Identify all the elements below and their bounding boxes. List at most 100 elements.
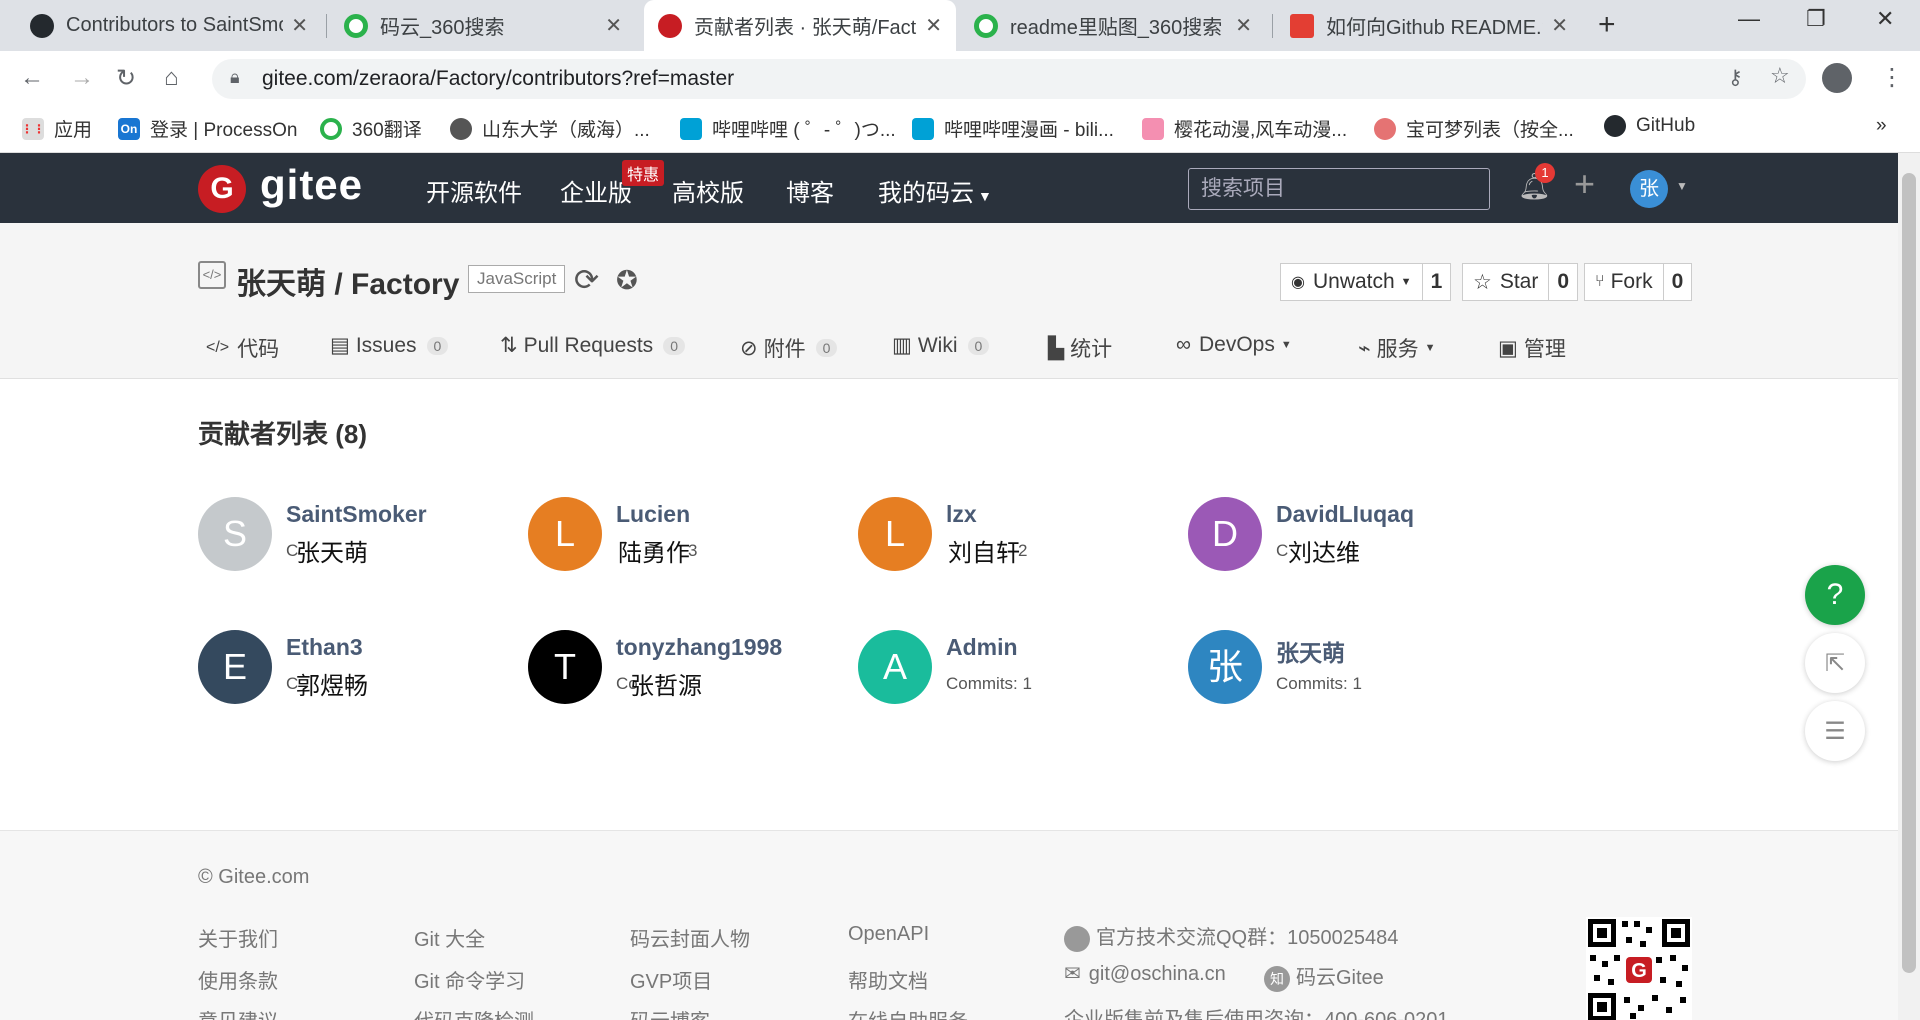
footer-link[interactable]: 代码克隆检测 [414,1005,534,1020]
tab-devops[interactable]: ∞ DevOps ▼ [1176,333,1292,357]
caret-down-icon[interactable]: ▼ [1676,179,1688,193]
scrollbar-thumb[interactable] [1902,173,1916,973]
bookmark-github[interactable]: GitHub [1604,115,1695,137]
profile-icon[interactable] [1822,63,1852,93]
avatar[interactable]: 张 [1188,630,1262,704]
home-icon[interactable]: ⌂ [164,64,179,92]
tab-gitee-contributors[interactable]: 贡献者列表 · 张天萌/Factor ✕ [644,0,956,51]
star-button[interactable]: ☆ Star 0 [1462,263,1579,301]
star-count[interactable]: 0 [1548,264,1577,300]
footer-link[interactable]: 关于我们 [198,923,278,952]
watch-count[interactable]: 1 [1421,264,1451,300]
help-button[interactable]: ? [1805,565,1865,625]
menu-dots-icon[interactable]: ⋮ [1880,63,1904,92]
reload-icon[interactable]: ↻ [116,64,136,93]
star-bookmark-icon[interactable]: ☆ [1770,63,1790,89]
footer-link[interactable]: 码云封面人物 [630,923,750,952]
window-close-icon[interactable]: ✕ [1876,6,1894,32]
tab-csdn-readme[interactable]: 如何向Github README.m ✕ [1276,0,1582,51]
email-link[interactable]: ✉ git@oschina.cn [1064,961,1226,986]
address-bar[interactable]: 🔒︎ gitee.com/zeraora/Factory/contributor… [212,59,1806,99]
key-icon[interactable]: ⚷ [1728,65,1743,90]
fork-button[interactable]: ⑂ Fork 0 [1584,263,1693,301]
close-icon[interactable]: ✕ [1551,13,1568,38]
contributor-name[interactable]: tonyzhang1998 [616,634,782,661]
gitee-logo-icon[interactable]: G [198,165,246,213]
tab-wiki[interactable]: ▥ Wiki 0 [892,333,990,358]
more-bookmarks-icon[interactable]: » [1876,115,1887,137]
user-avatar[interactable]: 张 [1630,170,1668,208]
comment-icon[interactable]: ☰ [1805,701,1865,761]
bookmark-label: 哔哩哔哩 ( ゜- ゜)つ... [712,120,896,141]
forward-arrow-icon[interactable]: → [70,64,94,92]
page-scrollbar[interactable] [1898,153,1920,1020]
tab-code[interactable]: </> 代码 [206,333,279,363]
fork-count[interactable]: 0 [1662,264,1692,300]
avatar[interactable]: L [858,497,932,571]
bookmark-pokemon[interactable]: 宝可梦列表（按全... [1374,115,1574,142]
avatar[interactable]: A [858,630,932,704]
language-badge[interactable]: JavaScript [468,265,566,293]
watch-button[interactable]: ◉ Unwatch ▼ 1 [1280,263,1452,301]
close-icon[interactable]: ✕ [925,13,942,38]
footer-link[interactable]: 在线自助服务 [848,1005,968,1020]
close-icon[interactable]: ✕ [291,13,308,38]
tab-manage[interactable]: ▣ 管理 [1498,333,1566,363]
zhihu-link[interactable]: 知码云Gitee [1264,961,1384,992]
project-name-link[interactable]: Factory [351,268,459,301]
award-icon[interactable]: ✪ [616,265,638,296]
restore-icon[interactable]: ❐ [1806,6,1826,32]
tab-github-contributors[interactable]: Contributors to SaintSmo ✕ [16,0,322,51]
tab-readme-search[interactable]: readme里贴图_360搜索 ✕ [960,0,1266,51]
bookmark-sdu[interactable]: 山东大学（威海）... [450,115,650,142]
bookmark-sakura-anime[interactable]: 樱花动漫,风车动漫... [1142,115,1347,142]
nav-university[interactable]: 高校版 [672,173,744,208]
back-arrow-icon[interactable]: ← [20,64,44,92]
share-icon[interactable]: ⇱ [1805,633,1865,693]
close-icon[interactable]: ✕ [1235,13,1252,38]
minimize-icon[interactable]: — [1738,6,1760,32]
footer-link[interactable]: 使用条款 [198,965,278,994]
nav-my-gitee[interactable]: 我的码云 ▼ [878,173,992,208]
avatar[interactable]: D [1188,497,1262,571]
avatar[interactable]: L [528,497,602,571]
search-input[interactable] [1188,168,1490,210]
nav-open-source[interactable]: 开源软件 [426,173,522,208]
bookmark-apps[interactable]: ⋮⋮ 应用 [21,115,92,142]
tab-attachments[interactable]: ⊘ 附件 0 [740,333,838,363]
project-owner-link[interactable]: 张天萌 [236,268,326,301]
bookmark-bilibili[interactable]: 哔哩哔哩 ( ゜- ゜)つ... [680,115,896,142]
footer-link[interactable]: 意见建议 [198,1005,278,1020]
tab-360-search[interactable]: 码云_360搜索 ✕ [330,0,636,51]
footer-link[interactable]: GVP项目 [630,965,712,994]
avatar[interactable]: S [198,497,272,571]
tab-issues[interactable]: ▤ Issues 0 [330,333,449,358]
contributor-name[interactable]: 张天萌 [1276,634,1345,668]
footer-link[interactable]: Git 大全 [414,923,485,952]
new-tab-plus-icon[interactable]: + [1598,8,1616,42]
plus-icon[interactable]: + [1574,163,1595,205]
contributor-name[interactable]: Admin [946,634,1018,661]
footer-link[interactable]: OpenAPI [848,923,929,946]
footer-link[interactable]: Git 命令学习 [414,965,525,994]
avatar[interactable]: T [528,630,602,704]
tab-pull-requests[interactable]: ⇅ Pull Requests 0 [500,333,685,358]
contributor-name[interactable]: DavidLIuqaq [1276,501,1414,528]
nav-blog[interactable]: 博客 [786,173,834,208]
close-icon[interactable]: ✕ [605,13,622,38]
tab-stats[interactable]: ▙ 统计 [1048,333,1112,363]
bookmark-bilibili-manga[interactable]: 哔哩哔哩漫画 - bili... [912,115,1114,142]
footer-link[interactable]: 帮助文档 [848,965,928,994]
bookmark-processon[interactable]: On 登录 | ProcessOn [118,115,297,142]
avatar[interactable]: E [198,630,272,704]
footer-link[interactable]: 码云博客 [630,1005,710,1020]
bookmark-360-translate[interactable]: 360翻译 [320,115,422,142]
tab-label: 管理 [1523,338,1566,361]
gitee-logo-text[interactable]: gitee [260,161,363,209]
contributor-name[interactable]: lzx [946,501,977,528]
tab-services[interactable]: ⌁ 服务 ▼ [1358,333,1436,363]
sync-icon[interactable]: ⟳ [574,263,599,298]
contributor-name[interactable]: SaintSmoker [286,501,427,528]
contributor-name[interactable]: Ethan3 [286,634,363,661]
contributor-name[interactable]: Lucien [616,501,690,528]
